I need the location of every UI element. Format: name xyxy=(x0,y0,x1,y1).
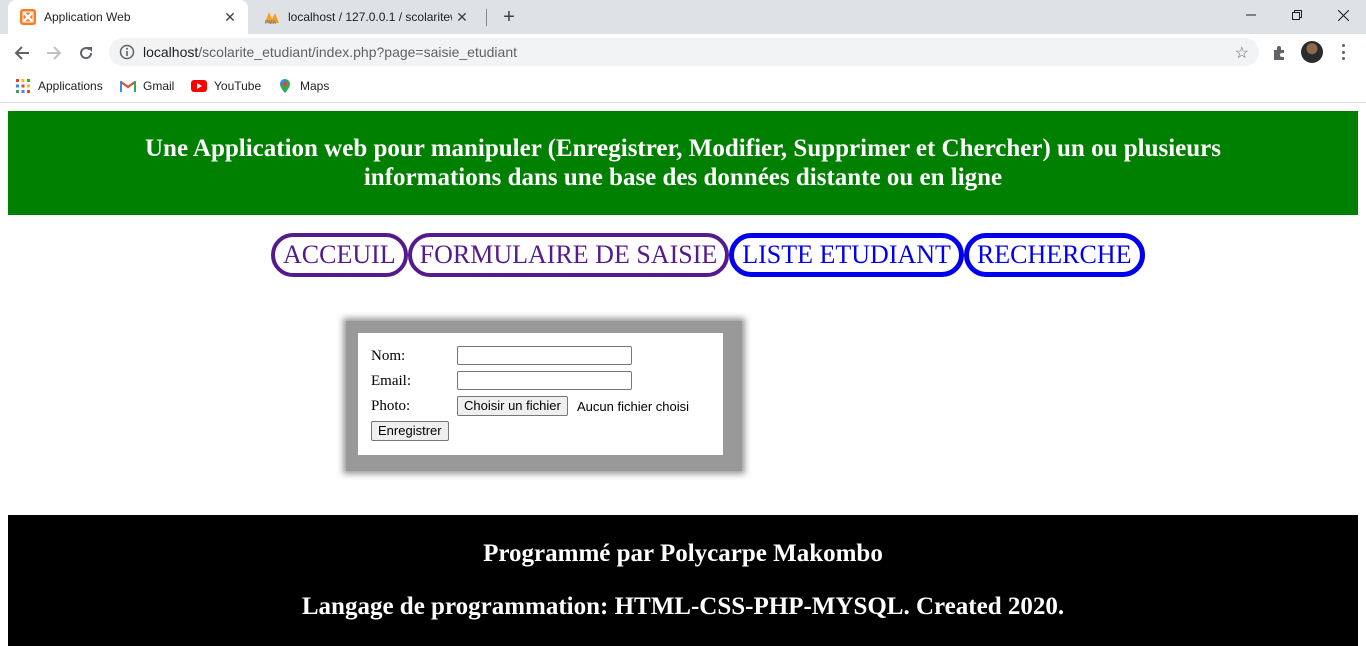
page-footer: Programmé par Polycarpe Makombo Langage … xyxy=(8,515,1358,646)
file-status-text: Aucun fichier choisi xyxy=(577,399,689,414)
nav-acceuil-link[interactable]: ACCEUIL xyxy=(271,233,408,277)
tab-strip: Application Web ✕ PMA localhost / 127.0.… xyxy=(0,0,1366,34)
reload-icon[interactable] xyxy=(72,39,100,67)
nav-formulaire-link[interactable]: FORMULAIRE DE SAISIE xyxy=(407,233,730,277)
back-icon[interactable] xyxy=(8,39,36,67)
address-bar[interactable]: localhost/scolarite_etudiant/index.php?p… xyxy=(109,38,1259,66)
bookmark-label: Applications xyxy=(38,79,103,93)
nav-recherche-link[interactable]: RECHERCHE xyxy=(963,233,1145,277)
svg-text:PMA: PMA xyxy=(265,20,277,25)
bookmark-maps[interactable]: Maps xyxy=(277,78,329,94)
main-nav: ACCEUIL FORMULAIRE DE SAISIE LISTE ETUDI… xyxy=(271,233,1145,277)
choose-file-button[interactable]: Choisir un fichier xyxy=(457,396,568,416)
info-icon[interactable] xyxy=(119,44,135,60)
profile-avatar[interactable] xyxy=(1301,41,1323,63)
form-frame: Nom: Email: Photo: Choisir un fichier Au… xyxy=(346,321,742,471)
new-tab-icon[interactable]: + xyxy=(498,6,520,28)
footer-author: Programmé par Polycarpe Makombo xyxy=(483,540,883,567)
url-text: localhost/scolarite_etudiant/index.php?p… xyxy=(143,44,518,60)
nom-input[interactable] xyxy=(457,346,632,365)
email-input[interactable] xyxy=(457,371,632,390)
save-button[interactable]: Enregistrer xyxy=(371,421,449,441)
footer-tech: Langage de programmation: HTML-CSS-PHP-M… xyxy=(301,593,1065,620)
bookmark-label: Gmail xyxy=(143,79,175,93)
bookmark-star-icon[interactable]: ☆ xyxy=(1235,43,1249,63)
student-entry-form: Nom: Email: Photo: Choisir un fichier Au… xyxy=(358,333,723,455)
nom-label: Nom: xyxy=(371,348,406,364)
nav-liste-etudiant-link[interactable]: LISTE ETUDIANT xyxy=(729,233,964,277)
phpmyadmin-icon: PMA xyxy=(264,9,280,25)
bookmarks-bar: Applications Gmail YouTube Maps xyxy=(0,72,1366,103)
email-label: Email: xyxy=(371,373,411,389)
tab-application-web[interactable]: Application Web ✕ xyxy=(8,0,248,34)
bookmark-label: Maps xyxy=(300,79,330,93)
gmail-icon xyxy=(120,78,136,94)
close-icon[interactable]: ✕ xyxy=(220,7,240,27)
photo-label: Photo: xyxy=(371,398,411,414)
forward-icon[interactable] xyxy=(40,39,68,67)
tab-title: Application Web xyxy=(44,10,131,24)
tab-phpmyadmin[interactable]: PMA localhost / 127.0.0.1 / scolaritewe … xyxy=(252,0,480,34)
apps-grid-icon xyxy=(15,78,31,94)
bookmark-label: YouTube xyxy=(214,79,262,93)
xampp-icon xyxy=(20,9,36,25)
close-icon[interactable]: ✕ xyxy=(452,7,472,27)
bookmark-youtube[interactable]: YouTube xyxy=(191,78,261,94)
menu-icon[interactable] xyxy=(1336,42,1350,62)
maps-icon xyxy=(277,78,293,94)
header-banner: Une Application web pour manipuler (Enre… xyxy=(8,111,1358,215)
extensions-icon[interactable] xyxy=(1270,43,1290,63)
minimize-icon[interactable] xyxy=(1228,0,1274,30)
youtube-icon xyxy=(191,78,207,94)
tab-divider xyxy=(486,9,487,26)
bookmark-gmail[interactable]: Gmail xyxy=(120,78,174,94)
window-close-icon[interactable] xyxy=(1320,0,1366,30)
header-title: Une Application web pour manipuler (Enre… xyxy=(144,135,1221,191)
restore-icon[interactable] xyxy=(1274,0,1320,30)
tab-title: localhost / 127.0.0.1 / scolaritewe xyxy=(288,10,452,24)
bookmark-applications[interactable]: Applications xyxy=(15,78,103,94)
